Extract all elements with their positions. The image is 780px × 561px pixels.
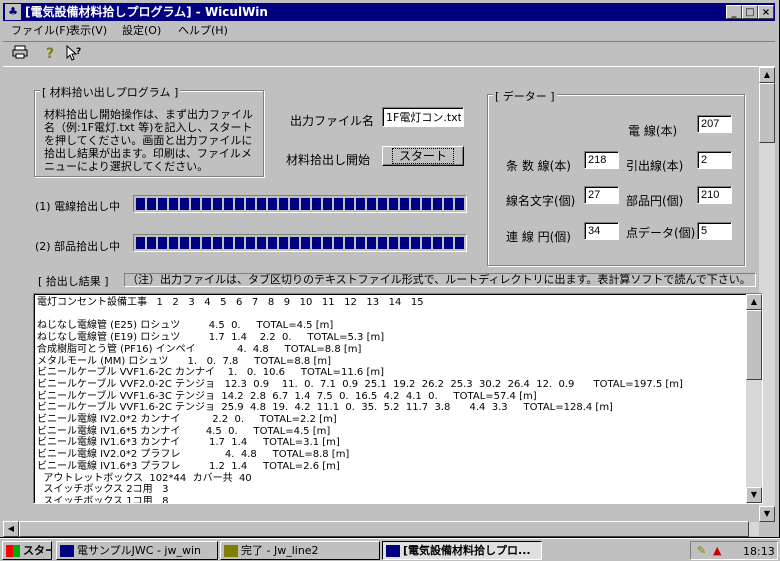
progress-wire-bar [133, 195, 467, 213]
result-line: ビニールケーブル VVF2.0-2C テンジョ 12.3 0.9 11. 0. … [37, 378, 683, 390]
program-icon [224, 545, 238, 557]
result-label: [ 拾出し結果 ] [38, 275, 109, 288]
context-help-icon[interactable]: ? [65, 44, 83, 63]
jw-app-icon [60, 545, 74, 557]
result-textarea[interactable]: 電灯コンセント設備工事 1 2 3 4 5 6 7 8 9 10 11 12 1… [33, 293, 763, 504]
ime-icon[interactable]: ▲ [713, 544, 721, 557]
menu-file[interactable]: ファイル(F) [11, 22, 70, 40]
output-filename-input[interactable] [382, 107, 464, 127]
taskbar-item-jwline[interactable]: 完了 - Jw_line2 [220, 541, 380, 560]
minimize-button[interactable]: _ [726, 5, 742, 19]
result-line: ビニールケーブル VVF1.6-3C テンジョ 14.2 2.8 6.7 1.4… [37, 390, 537, 402]
result-line: 合成樹脂可とう管 (PF16) インペイ 4. 4.8 TOTAL=8.8 [m… [37, 343, 362, 355]
scroll-down-icon[interactable]: ▼ [759, 506, 775, 522]
result-line: アウトレットボックス 102*44 カバー共 40 [37, 472, 252, 484]
progress-wire-fill [136, 198, 464, 210]
result-line: ねじなし電線管 (E25) ロシュツ 4.5 0. TOTAL=4.5 [m] [37, 320, 334, 332]
progress-wire-label: (1) 電線拾出し中 [35, 200, 121, 213]
system-tray: ✎ ▲ 18:13 [690, 541, 778, 560]
result-line: ビニールケーブル VVF1.6-2C テンジョ 25.9 4.8 19. 4.2… [37, 402, 613, 414]
data-label-link-circles: 連 線 円(個) [506, 230, 571, 244]
window-title: [電気設備材料拾しプログラム] - WiculWin [25, 5, 268, 19]
title-bar: ♣ [電気設備材料拾しプログラム] - WiculWin _ □ × [3, 3, 775, 21]
data-label-wires: 電 線(本) [628, 124, 678, 138]
menu-help[interactable]: ヘルプ(H) [178, 22, 228, 40]
help-icon[interactable]: ? [41, 45, 59, 63]
clock: 18:13 [743, 545, 775, 558]
result-line: ねじなし電線管 (E19) ロシュツ 1.7 1.4 2.2 0. TOTAL=… [37, 332, 385, 344]
data-group-label: [ データー ] [493, 88, 557, 104]
result-line: 電灯コンセント設備工事 1 2 3 4 5 6 7 8 9 10 11 12 1… [37, 297, 424, 308]
data-label-part-circles: 部品円(個) [626, 194, 684, 208]
result-line: スイッチボックス 2コ用 3 [37, 484, 169, 496]
menu-settings[interactable]: 設定(O) [122, 22, 161, 40]
maximize-button[interactable]: □ [742, 5, 758, 19]
result-note: （注）出力ファイルは、タブ区切りのテキストファイル形式で、ルートディレクトリに出… [124, 273, 756, 287]
data-field-conductors[interactable] [584, 151, 619, 169]
result-line [37, 309, 737, 321]
result-line: ビニール電線 IV1.6*3 カンナイ 1.7 1.4 TOTAL=3.1 [m… [37, 437, 340, 449]
data-field-wires[interactable] [697, 115, 732, 133]
result-line: スイッチボックス 1コ用 8 [37, 495, 169, 504]
start-menu-button[interactable]: スタート [2, 541, 52, 560]
taskbar-item-current-label: [電気設備材料拾しプロ... [403, 544, 531, 557]
data-field-link-circles[interactable] [584, 222, 619, 240]
start-button[interactable]: スタート [382, 146, 464, 166]
progress-parts-fill [136, 237, 464, 249]
scroll-thumb-horizontal[interactable] [19, 521, 749, 537]
taskbar-item-jwline-label: 完了 - Jw_line2 [241, 544, 319, 557]
window-horizontal-scrollbar[interactable]: ◀ [3, 521, 759, 537]
menu-bar: ファイル(F) 表示(V) 設定(O) ヘルプ(H) [3, 22, 775, 40]
app-icon[interactable]: ♣ [5, 4, 21, 20]
result-line: ビニール電線 IV1.6*5 カンナイ 4.5 0. TOTAL=4.5 [m] [37, 425, 331, 437]
start-menu-label: スタート [23, 544, 51, 557]
result-scrollbar[interactable]: ▲ ▼ [746, 294, 762, 503]
result-line: ビニール電線 IV2.0*2 プラフレ 4. 4.8 TOTAL=8.8 [m] [37, 449, 350, 461]
taskbar: スタート 電サンプルJWC - jw_win 完了 - Jw_line2 [電気… [0, 538, 780, 561]
scroll-thumb[interactable] [759, 83, 775, 143]
taskbar-item-jwc-label: 電サンプルJWC - jw_win [77, 544, 202, 557]
data-field-wire-names[interactable] [584, 186, 619, 204]
result-line: ビニール電線 IV2.0*2 カンナイ 2.2 0. TOTAL=2.2 [m] [37, 414, 337, 426]
scroll-up-icon[interactable]: ▲ [759, 67, 775, 83]
result-scroll-up-icon[interactable]: ▲ [746, 294, 762, 310]
data-label-leaders: 引出線(本) [626, 159, 684, 173]
printer-icon[interactable] [11, 45, 29, 63]
taskbar-item-current[interactable]: [電気設備材料拾しプロ... [382, 541, 542, 560]
result-line: ビニール電線 IV1.6*3 プラフレ 1.2 1.4 TOTAL=2.6 [m… [37, 460, 340, 472]
scroll-left-icon[interactable]: ◀ [3, 521, 19, 537]
result-scroll-down-icon[interactable]: ▼ [746, 487, 762, 503]
data-label-point-data: 点データ(個) [626, 226, 696, 240]
taskbar-item-jwc[interactable]: 電サンプルJWC - jw_win [56, 541, 218, 560]
windows-logo-icon [6, 545, 20, 557]
output-filename-label: 出力ファイル名 [290, 114, 375, 128]
data-field-point-data[interactable] [697, 222, 732, 240]
menu-view[interactable]: 表示(V) [69, 22, 107, 40]
start-button-label: スタート [391, 148, 454, 164]
data-label-wire-names: 線名文字(個) [506, 194, 576, 208]
toolbar: ? ? [3, 41, 775, 67]
progress-parts-label: (2) 部品拾出し中 [35, 240, 121, 253]
progress-parts-bar [133, 234, 467, 252]
start-label: 材料拾出し開始 [286, 153, 371, 167]
close-button[interactable]: × [758, 5, 774, 19]
result-lines: 電灯コンセント設備工事 1 2 3 4 5 6 7 8 9 10 11 12 1… [37, 297, 737, 504]
result-scroll-thumb[interactable] [746, 310, 762, 380]
result-line: メタルモール (MM) ロシュツ 1. 0. 7.8 TOTAL=8.8 [m] [37, 355, 331, 367]
program-description: 材料拾出し開始操作は、まず出力ファイル名（例:1F電灯.txt 等)を記入し、ス… [44, 108, 253, 173]
data-field-leaders[interactable] [697, 151, 732, 169]
speaker-icon[interactable]: ✎ [697, 544, 706, 557]
svg-text:?: ? [76, 47, 81, 57]
data-label-conductors: 条 数 線(本) [506, 159, 571, 173]
result-line: ビニールケーブル VVF1.6-2C カンナイ 1. 0. 10.6 TOTAL… [37, 367, 384, 379]
app-icon-small [386, 545, 400, 557]
program-group-label: [ 材料拾い出しプログラム ] [40, 84, 181, 100]
data-field-part-circles[interactable] [697, 186, 732, 204]
